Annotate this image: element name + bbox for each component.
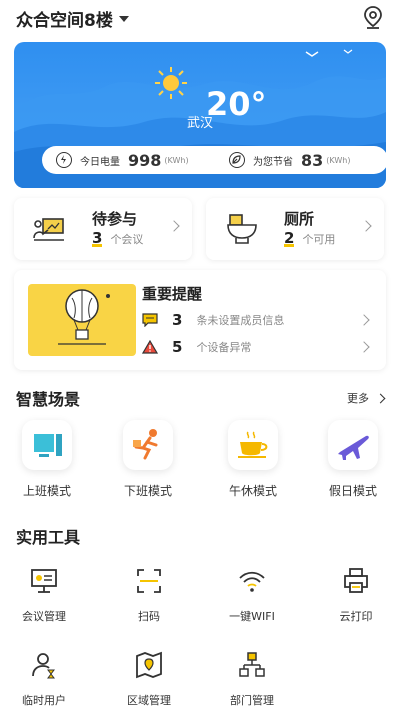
scene-label: 午休模式 — [228, 484, 277, 498]
chevron-right-icon — [375, 393, 386, 403]
tool-meeting-management[interactable]: 会议管理 — [8, 566, 80, 624]
power-today-unit: (KWh) — [164, 155, 189, 165]
reminder-devices-text: 个设备异常 — [196, 341, 252, 354]
saving-unit: (KWh) — [326, 155, 351, 165]
pending-meetings-suffix: 个会议 — [110, 233, 144, 246]
tool-label: 部门管理 — [230, 694, 274, 707]
scene-offwork-mode[interactable]: 下班模式 — [113, 420, 183, 499]
saving: 为您节省 83 (KWh) — [215, 151, 386, 170]
more-scenes-link[interactable]: 更多 — [347, 390, 386, 406]
pending-meetings-title: 待参与 — [92, 210, 138, 228]
coffee-icon — [228, 420, 278, 470]
location-selector[interactable]: 众合空间8楼 — [16, 6, 129, 31]
running-man-icon — [123, 420, 173, 470]
toilet-count: 2 — [284, 229, 295, 247]
scenes-title: 智慧场景 — [16, 390, 81, 409]
power-icon — [56, 152, 72, 168]
more-label: 更多 — [347, 392, 369, 405]
wifi-icon — [239, 571, 265, 592]
toilet-card[interactable]: 厕所 2 个可用 — [206, 198, 384, 260]
toilet-sub: 2 个可用 — [284, 231, 335, 247]
energy-bar: 今日电量 998 (KWh) 为您节省 83 (KWh) — [42, 146, 386, 174]
reminder-card: 重要提醒 3 条未设置成员信息 5 个设备异常 — [14, 270, 386, 370]
power-today: 今日电量 998 (KWh) — [42, 151, 215, 170]
caret-down-icon — [118, 15, 129, 22]
scene-label: 下班模式 — [123, 484, 172, 498]
tool-scan[interactable]: 扫码 — [113, 566, 185, 624]
scene-holiday-mode[interactable]: 假日模式 — [318, 420, 388, 499]
pending-meetings-sub: 3 个会议 — [92, 231, 143, 247]
scan-icon — [137, 569, 161, 593]
power-today-value: 998 — [128, 150, 162, 170]
scene-nap-mode[interactable]: 午休模式 — [218, 420, 288, 499]
meeting-board-icon — [30, 210, 70, 248]
tool-department-management[interactable]: 部门管理 — [216, 650, 288, 708]
org-chart-icon — [239, 652, 265, 677]
location-label: 众合空间8楼 — [16, 11, 113, 31]
computer-icon — [22, 420, 72, 470]
toilet-title: 厕所 — [284, 210, 315, 228]
top-bar: 众合空间8楼 — [0, 0, 400, 36]
reminder-members-count: 3 — [172, 311, 183, 329]
tool-label: 扫码 — [138, 610, 160, 623]
tool-label: 一键WIFI — [229, 610, 275, 623]
tool-cloud-print[interactable]: 云打印 — [320, 566, 392, 624]
tool-label: 会议管理 — [22, 610, 66, 623]
reminder-item-members[interactable]: 3 条未设置成员信息 — [142, 310, 372, 330]
scene-work-mode[interactable]: 上班模式 — [12, 420, 82, 499]
tool-label: 临时用户 — [22, 694, 66, 707]
toilet-icon — [227, 214, 257, 244]
scene-label: 上班模式 — [22, 484, 71, 498]
reminder-title: 重要提醒 — [142, 285, 203, 303]
tool-area-management[interactable]: 区域管理 — [113, 650, 185, 708]
airplane-icon — [328, 420, 378, 470]
chevron-right-icon — [360, 220, 372, 232]
chevron-right-icon — [358, 314, 370, 326]
saving-value: 83 — [301, 150, 324, 170]
chevron-right-icon — [168, 220, 180, 232]
tool-label: 区域管理 — [127, 694, 171, 707]
leaf-icon — [229, 152, 245, 168]
saving-label: 为您节省 — [253, 156, 293, 168]
tools-title: 实用工具 — [16, 528, 81, 547]
map-icon — [136, 651, 162, 679]
weather-card[interactable]: 20° 武汉 今日电量 998 (KWh) 为您节省 83 (KWh) — [14, 42, 386, 188]
sun-icon — [155, 67, 187, 99]
toilet-suffix: 个可用 — [302, 233, 336, 246]
pending-meetings-count: 3 — [92, 229, 103, 247]
reminder-item-devices[interactable]: 5 个设备异常 — [142, 337, 372, 357]
reminder-devices-count: 5 — [172, 338, 183, 356]
tool-temp-user[interactable]: 临时用户 — [8, 650, 80, 708]
tool-wifi[interactable]: 一键WIFI — [216, 566, 288, 624]
reminder-members-text: 条未设置成员信息 — [196, 314, 285, 327]
city-name: 武汉 — [186, 116, 213, 131]
warning-icon — [142, 340, 158, 354]
pending-meetings-card[interactable]: 待参与 3 个会议 — [14, 198, 192, 260]
location-pin-icon[interactable] — [362, 5, 384, 29]
power-today-label: 今日电量 — [80, 156, 120, 168]
scene-label: 假日模式 — [328, 484, 377, 498]
meeting-icon — [31, 569, 57, 593]
printer-icon — [344, 568, 368, 593]
balloon-illustration — [28, 284, 136, 356]
chevron-right-icon — [358, 341, 370, 353]
temp-user-icon — [32, 653, 55, 679]
tool-label: 云打印 — [339, 610, 373, 623]
message-icon — [142, 313, 158, 327]
